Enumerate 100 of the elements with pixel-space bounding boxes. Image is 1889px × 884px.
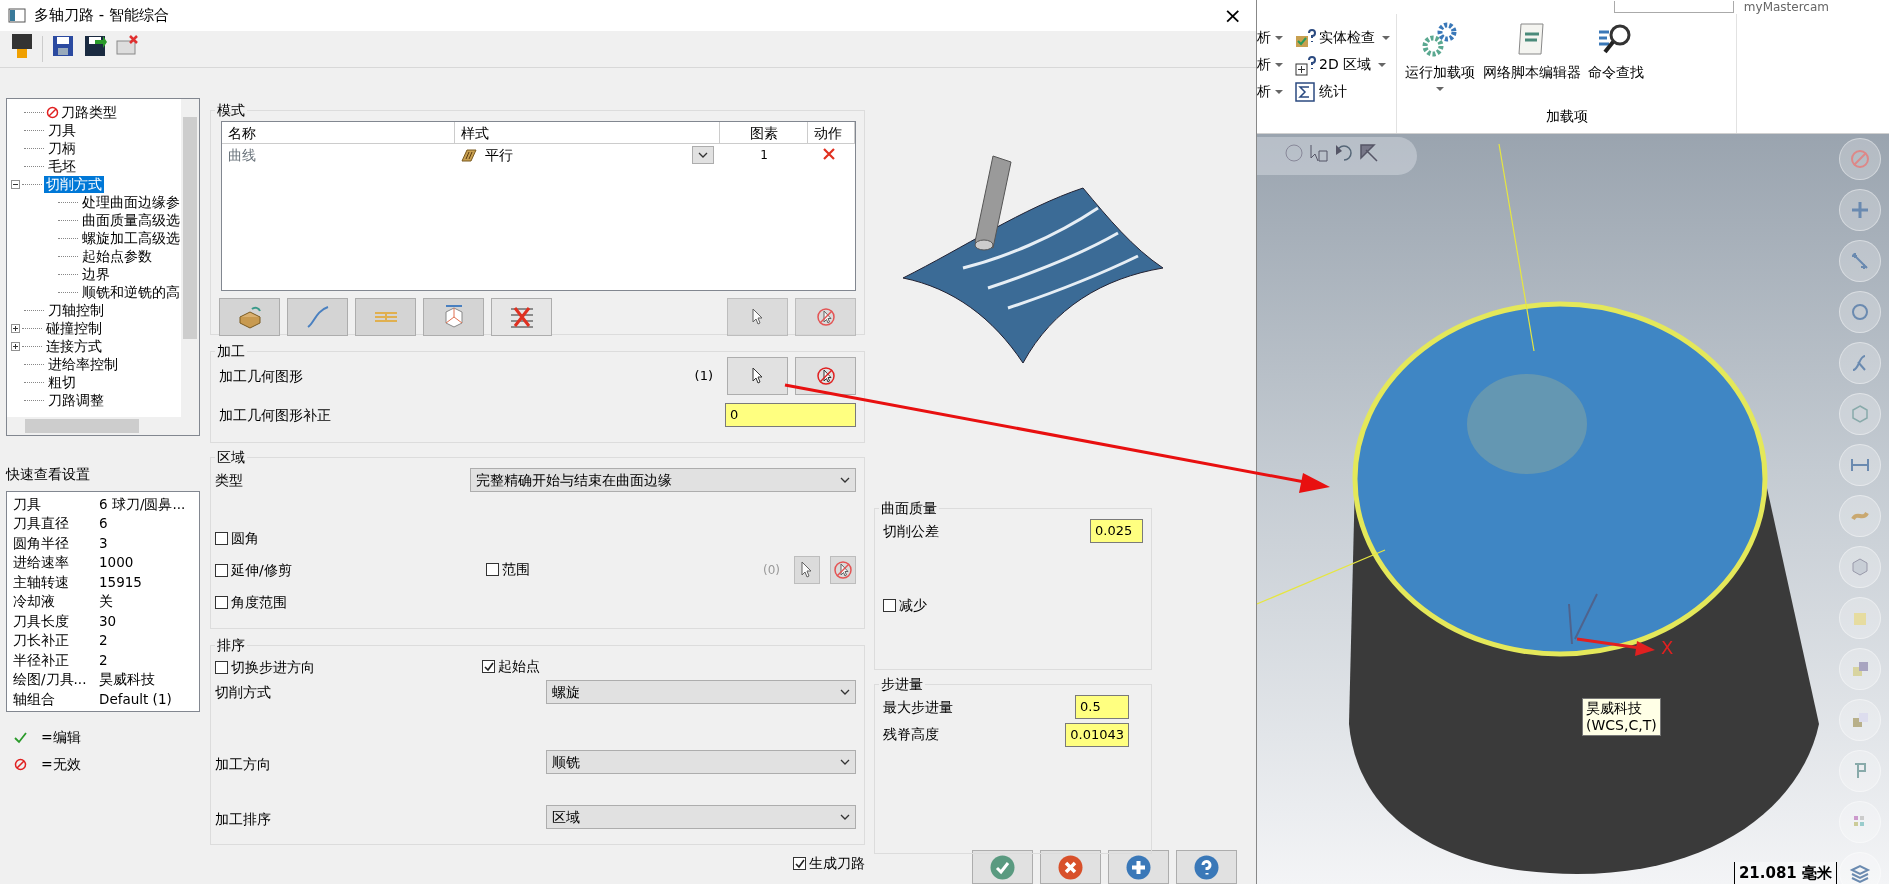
ribbon-button[interactable]: 实体检查: [1293, 26, 1390, 49]
tree-item[interactable]: 碰撞控制: [44, 319, 104, 337]
checkbox[interactable]: 延伸/修剪: [215, 559, 292, 581]
selection-count: (0): [763, 562, 780, 579]
ribbon-button[interactable]: 2D 区域: [1293, 53, 1387, 76]
solid-check-icon: [1293, 26, 1316, 49]
viewport-tool-button[interactable]: [1839, 291, 1881, 333]
tree-item[interactable]: 处理曲面边缘参: [80, 193, 182, 211]
group-title: 步进量: [879, 674, 925, 694]
value-input[interactable]: 0.01043: [1065, 722, 1129, 747]
chevron-down-icon: [840, 759, 850, 765]
tree-item[interactable]: 刀轴控制: [46, 301, 106, 319]
checkbox[interactable]: 减少: [883, 595, 927, 616]
select-button[interactable]: [727, 298, 788, 336]
checkbox[interactable]: 范围: [485, 558, 530, 580]
tolerance-input[interactable]: 0.025: [1090, 519, 1143, 543]
table-cell-text: 1: [759, 147, 769, 164]
delete-lines-button[interactable]: [491, 298, 552, 336]
tree-item[interactable]: 粗切: [46, 373, 78, 391]
vertical-scrollbar[interactable]: [181, 99, 199, 417]
sigma-icon: [1293, 80, 1316, 103]
viewport-tool-button[interactable]: [1839, 750, 1881, 792]
tree-item[interactable]: 曲面质量高级选: [80, 211, 182, 229]
cube-button[interactable]: [423, 298, 484, 336]
tree-item[interactable]: 刀路类型: [59, 103, 119, 121]
offset-input[interactable]: 0: [725, 403, 856, 427]
dropdown[interactable]: 顺铣: [546, 750, 856, 774]
y-z-axes-drawing: [1568, 593, 1598, 645]
style-dropdown[interactable]: 平行: [455, 144, 720, 166]
setting-value: Default (1): [99, 689, 172, 709]
region-type-dropdown[interactable]: 完整精确开始与结束在曲面边缘: [470, 468, 856, 492]
value-input[interactable]: 0.5: [1075, 695, 1129, 719]
viewport-tool-button[interactable]: [1839, 699, 1881, 741]
viewport-tool-button[interactable]: [1839, 495, 1881, 537]
tree-item[interactable]: 起始点参数: [80, 247, 154, 265]
curve-button[interactable]: [287, 298, 348, 336]
horizontal-scrollbar[interactable]: [7, 417, 199, 435]
viewport-tool-button[interactable]: [1839, 546, 1881, 588]
tree-item[interactable]: 螺旋加工高级选: [80, 229, 182, 247]
column-header: 样式: [455, 122, 720, 144]
cursor-cancel-icon: [815, 307, 836, 327]
tree-item[interactable]: 进给率控制: [46, 355, 120, 373]
tree-item[interactable]: 顺铣和逆铣的高: [80, 283, 182, 301]
checkbox[interactable]: 切换步进方向: [215, 656, 315, 678]
ok-button[interactable]: [972, 850, 1033, 884]
ribbon-button[interactable]: 统计: [1293, 80, 1347, 103]
select-geometry-button[interactable]: [727, 357, 788, 395]
add-button[interactable]: [1108, 850, 1169, 884]
ribbon-button[interactable]: 网络脚本编辑器: [1480, 20, 1583, 91]
viewport-tool-button[interactable]: [1839, 801, 1881, 843]
deselect-geometry-button[interactable]: [795, 357, 856, 395]
checkbox[interactable]: 起始点: [482, 656, 540, 677]
column-header: 动作: [808, 122, 855, 144]
legend-text: =无效: [41, 754, 81, 774]
help-button[interactable]: [1176, 850, 1237, 884]
tree-item[interactable]: 毛坯: [46, 157, 78, 175]
checkbox[interactable]: 角度范围: [215, 591, 287, 613]
box-add-button[interactable]: [219, 298, 280, 336]
expand-toggle[interactable]: [11, 323, 20, 333]
close-icon: [1058, 854, 1083, 880]
tree-item[interactable]: 边界: [80, 265, 112, 283]
legend-text: =编辑: [41, 727, 81, 747]
select-range-button[interactable]: [794, 556, 820, 584]
setting-value: 1000: [99, 553, 134, 573]
deselect-button[interactable]: [795, 298, 856, 336]
viewport-tool-button[interactable]: [1839, 393, 1881, 435]
tree-item[interactable]: 刀具: [46, 121, 78, 139]
ribbon-menu[interactable]: 析: [1257, 54, 1283, 75]
chevron-down-icon: [840, 814, 850, 820]
field-label: 加工几何图形补正: [219, 405, 331, 425]
dropdown[interactable]: 区域: [546, 805, 856, 829]
viewport-tool-button[interactable]: [1839, 138, 1881, 180]
tree-item[interactable]: 刀路调整: [46, 391, 106, 409]
collapse-toggle[interactable]: [11, 179, 20, 189]
close-button[interactable]: ×: [1217, 4, 1248, 27]
deselect-range-button[interactable]: [830, 556, 856, 584]
ribbon-button[interactable]: 运行加载项: [1403, 20, 1477, 91]
checkbox[interactable]: 圆角: [215, 527, 259, 549]
ribbon-menu[interactable]: 析: [1257, 27, 1283, 48]
tree-item[interactable]: 切削方式: [44, 175, 104, 193]
scale-label: 21.081 毫米: [1733, 861, 1837, 884]
viewport-tool-button[interactable]: [1839, 342, 1881, 384]
tree-item[interactable]: 连接方式: [44, 337, 104, 355]
viewport-tool-button[interactable]: [1839, 444, 1881, 486]
stripes-button[interactable]: [355, 298, 416, 336]
cancel-button[interactable]: [1040, 850, 1101, 884]
expand-toggle[interactable]: [11, 341, 20, 351]
cursor-icon: [1360, 144, 1378, 162]
tree-item[interactable]: 刀柄: [46, 139, 78, 157]
setting-value: 6 球刀/圆鼻...: [99, 494, 186, 514]
viewport-tool-button[interactable]: [1839, 240, 1881, 282]
checkbox[interactable]: 生成刀路: [793, 853, 865, 874]
check-icon: [483, 661, 494, 672]
dropdown[interactable]: 螺旋: [546, 680, 856, 704]
ribbon-button[interactable]: 命令查找: [1586, 20, 1646, 91]
viewport-tool-button[interactable]: [1839, 852, 1881, 884]
account-link[interactable]: myMastercam: [1743, 0, 1829, 16]
ribbon-menu[interactable]: 析: [1257, 81, 1283, 102]
viewport-tool-button[interactable]: [1839, 189, 1881, 231]
viewport-tool-button[interactable]: [1839, 648, 1881, 690]
